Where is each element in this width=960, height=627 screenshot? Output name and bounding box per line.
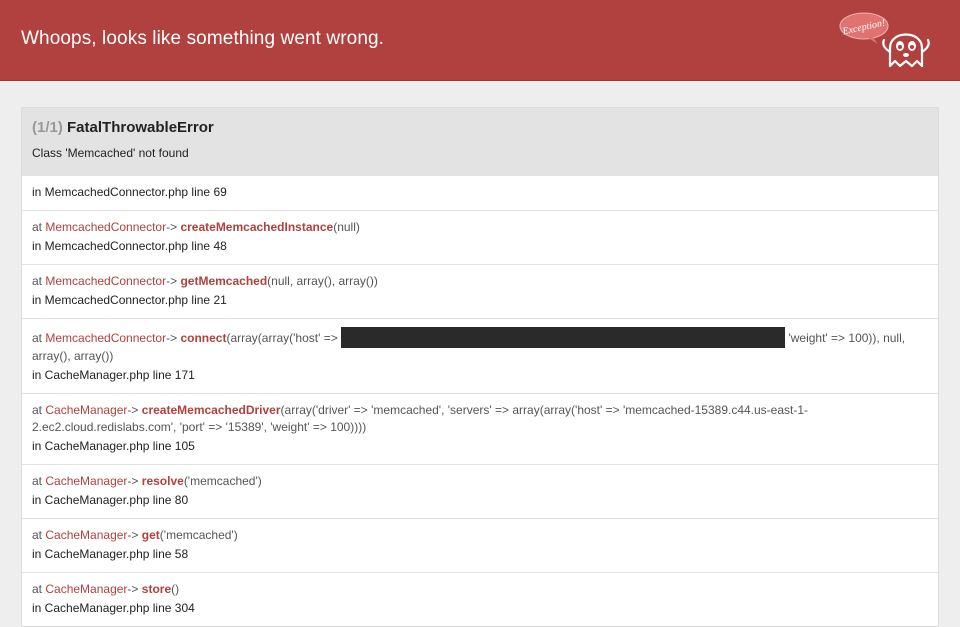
frame-method: getMemcached (180, 274, 268, 288)
frame-call: at MemcachedConnector-> createMemcachedI… (32, 219, 928, 236)
frame-call: at MemcachedConnector-> getMemcached(nul… (32, 273, 928, 290)
frame-class: CacheManager (45, 474, 128, 488)
frame-arrow: -> (166, 220, 178, 234)
frame-location: in CacheManager.php line 171 (32, 368, 195, 382)
error-header: Whoops, looks like something went wrong.… (0, 0, 960, 81)
frame-at: at (32, 582, 43, 596)
whoops-ghost-logo-icon: Exception! (839, 12, 930, 68)
frame-args: () (171, 582, 180, 596)
frame-method: connect (180, 331, 227, 345)
frame-call: at CacheManager-> resolve('memcached') (32, 473, 928, 490)
stack-frame-origin: in MemcachedConnector.php line 69 (22, 175, 938, 210)
frame-args: (null, array(), array()) (267, 274, 378, 288)
frame-at: at (32, 331, 43, 345)
frame-call: at MemcachedConnector-> connect(array(ar… (32, 327, 928, 365)
stack-frame: at CacheManager-> resolve('memcached') i… (22, 464, 938, 518)
page-title: Whoops, looks like something went wrong. (21, 28, 385, 49)
frame-arrow: -> (127, 528, 139, 542)
frame-at: at (32, 220, 43, 234)
frame-at: at (32, 274, 43, 288)
stack-frame: at CacheManager-> store() in CacheManage… (22, 572, 938, 626)
frame-location: in MemcachedConnector.php line 21 (32, 293, 227, 307)
exception-class: FatalThrowableError (67, 119, 214, 136)
frame-class: MemcachedConnector (45, 331, 167, 345)
stack-frame: at MemcachedConnector-> createMemcachedI… (22, 210, 938, 264)
frame-at: at (32, 528, 43, 542)
frame-location: in CacheManager.php line 80 (32, 493, 189, 507)
frame-call: at CacheManager-> get('memcached') (32, 527, 928, 544)
frame-class: CacheManager (45, 528, 128, 542)
redacted-block (341, 327, 786, 348)
frame-args: (null) (333, 220, 360, 234)
frame-args: ('memcached') (183, 474, 262, 488)
exception-count: (1/1) (32, 119, 63, 136)
frame-args: ('memcached') (159, 528, 238, 542)
frame-method: createMemcachedInstance (180, 220, 334, 234)
frame-location: in MemcachedConnector.php line 69 (32, 185, 227, 199)
frame-method: get (141, 528, 160, 542)
exception-title: (1/1) FatalThrowableError (32, 119, 928, 137)
frame-call: at CacheManager-> createMemcachedDriver(… (32, 402, 928, 436)
frame-method: resolve (141, 474, 184, 488)
exception-summary: (1/1) FatalThrowableError Class 'Memcach… (22, 108, 938, 175)
frame-location: in CacheManager.php line 58 (32, 547, 189, 561)
stack-frame: at CacheManager-> get('memcached') in Ca… (22, 518, 938, 572)
frame-arrow: -> (127, 582, 139, 596)
frame-args-before: (array(array('host' => (226, 331, 338, 345)
frame-location: in CacheManager.php line 304 (32, 601, 195, 615)
frame-class: CacheManager (45, 582, 128, 596)
frame-at: at (32, 474, 43, 488)
frame-method: store (141, 582, 172, 596)
stack-frame: at MemcachedConnector-> getMemcached(nul… (22, 264, 938, 318)
frame-location: in MemcachedConnector.php line 48 (32, 239, 227, 253)
frame-arrow: -> (127, 474, 139, 488)
frame-location: in CacheManager.php line 105 (32, 439, 195, 453)
stack-frames: in MemcachedConnector.php line 69 at Mem… (22, 175, 938, 626)
frame-arrow: -> (127, 403, 139, 417)
frame-class: CacheManager (45, 403, 128, 417)
frame-arrow: -> (166, 274, 178, 288)
frame-class: MemcachedConnector (45, 274, 167, 288)
frame-arrow: -> (166, 331, 178, 345)
frame-call: at CacheManager-> store() (32, 581, 928, 598)
frame-method: createMemcachedDriver (141, 403, 281, 417)
frame-class: MemcachedConnector (45, 220, 167, 234)
frame-at: at (32, 403, 43, 417)
stack-trace-panel: (1/1) FatalThrowableError Class 'Memcach… (21, 107, 939, 627)
stack-frame: at CacheManager-> createMemcachedDriver(… (22, 393, 938, 464)
stack-frame: at MemcachedConnector-> connect(array(ar… (22, 318, 938, 393)
exception-message: Class 'Memcached' not found (32, 146, 189, 160)
